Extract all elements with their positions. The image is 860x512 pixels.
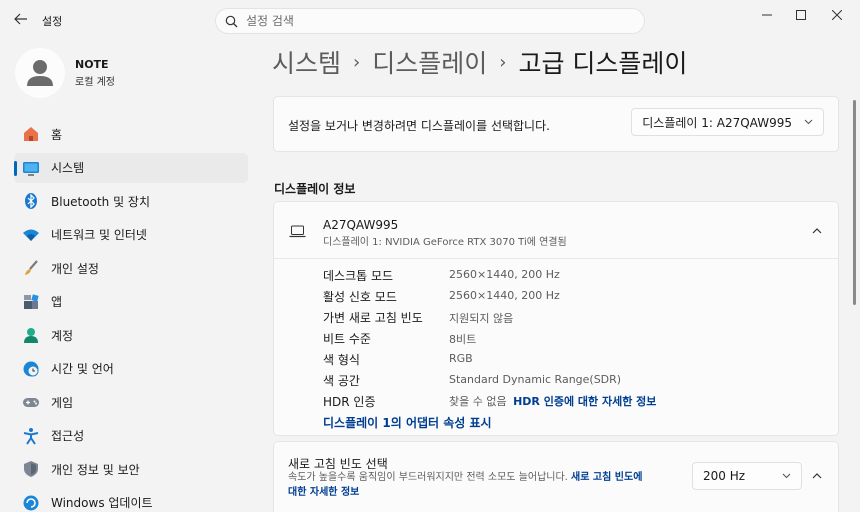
section-title-display-info: 디스플레이 정보 [274,182,356,196]
refresh-rate-description: 속도가 높을수록 움직임이 부드러워지지만 전력 소모도 늘어납니다. 새로 고… [288,470,688,500]
gamepad-icon [22,393,40,411]
avatar [15,48,65,98]
hdr-info-link[interactable]: HDR 인증에 대한 자세한 정보 [513,395,656,408]
refresh-rate-link[interactable]: 대한 자세한 정보 [288,487,359,498]
sidebar-item-gaming[interactable]: 게임 [14,387,248,417]
breadcrumb-item-display[interactable]: 디스플레이 [372,44,487,80]
hdr-cert-row: 찾을 수 없음 HDR 인증에 대한 자세한 정보 [449,393,656,409]
search-icon [225,15,238,27]
sidebar-item-apps[interactable]: 앱 [14,287,248,317]
globe-clock-icon [22,360,40,378]
sidebar-item-label: 접근성 [51,429,85,443]
info-value: 2560×1440, 200 Hz [449,268,560,281]
chevron-down-icon [804,119,813,125]
display-dropdown[interactable]: 디스플레이 1: A27QAW995 [631,108,824,136]
search-box[interactable] [215,8,645,34]
info-value: 2560×1440, 200 Hz [449,289,560,302]
chevron-up-icon[interactable] [812,227,822,234]
refresh-rate-link[interactable]: 새로 고침 빈도에 [571,472,642,483]
sidebar-item-network[interactable]: 네트워크 및 인터넷 [14,220,248,250]
back-arrow-icon [14,13,27,25]
minimize-icon [762,14,772,16]
sidebar-item-windows-update[interactable]: Windows 업데이트 [14,488,248,512]
info-label: 색 공간 [323,374,360,388]
display-select-card: 설정을 보거나 변경하려면 디스플레이를 선택합니다. 디스플레이 1: A27… [273,96,839,152]
sidebar-item-system[interactable]: 시스템 [14,152,248,183]
info-value: RGB [449,352,473,365]
update-icon [22,494,40,512]
title-bar: 설정 [0,0,860,40]
close-button[interactable] [814,0,860,30]
info-label: HDR 인증 [323,395,376,409]
refresh-rate-card: 새로 고침 빈도 선택 속도가 높을수록 움직임이 부드러워지지만 전력 소모도… [273,441,839,512]
apps-icon [22,293,40,311]
user-profile[interactable]: NOTE 로컬 계정 [15,48,115,98]
sidebar-item-label: 시간 및 언어 [51,362,114,376]
shield-icon [22,460,40,478]
sidebar-item-accounts[interactable]: 계정 [14,320,248,350]
account-icon [22,326,40,344]
sidebar-item-accessibility[interactable]: 접근성 [14,421,248,451]
profile-account-type: 로컬 계정 [75,77,115,88]
sidebar-item-label: 개인 설정 [51,261,99,276]
monitor-name: A27QAW995 [323,218,399,232]
wifi-icon [22,226,40,244]
refresh-rate-value: 200 Hz [703,469,746,483]
info-label: 색 형식 [323,353,360,367]
profile-name: NOTE [75,58,109,71]
back-button[interactable] [10,8,32,30]
info-value: 8비트 [449,333,477,346]
sidebar-item-bluetooth[interactable]: Bluetooth 및 장치 [14,186,248,216]
sidebar-item-label: 네트워크 및 인터넷 [51,228,147,242]
display-info-header[interactable]: A27QAW995 디스플레이 1: NVIDIA GeForce RTX 30… [274,202,838,259]
sidebar-item-label: 앱 [51,295,63,309]
page-title: 고급 디스플레이 [518,49,688,78]
laptop-icon [289,225,306,238]
breadcrumb-item-system[interactable]: 시스템 [272,44,341,80]
info-label: 데스크톱 모드 [323,269,394,283]
breadcrumb: 시스템 › 디스플레이 › 고급 디스플레이 [272,44,687,80]
system-icon [22,159,40,177]
sidebar-nav: 홈 시스템 Bluetooth 및 장치 네트워크 및 인터넷 개인 설정 앱 [14,119,248,512]
sidebar-item-label: 게임 [51,395,74,410]
sidebar-item-label: 시스템 [51,161,85,175]
adapter-properties-link[interactable]: 디스플레이 1의 어댑터 속성 표시 [323,414,492,431]
home-icon [22,125,40,143]
info-value: Standard Dynamic Range(SDR) [449,373,622,386]
chevron-down-icon [782,473,791,479]
info-label: 가변 새로 고침 빈도 [323,311,423,325]
sidebar-item-home[interactable]: 홈 [14,119,248,149]
user-silhouette-icon [27,60,53,86]
display-dropdown-value: 디스플레이 1: A27QAW995 [642,115,792,130]
sidebar-item-privacy[interactable]: 개인 정보 및 보안 [14,454,248,484]
chevron-up-icon[interactable] [812,472,822,479]
refresh-rate-dropdown[interactable]: 200 Hz [692,462,802,490]
info-label: 비트 수준 [323,332,371,346]
search-input[interactable] [246,14,606,28]
brush-icon [22,259,40,277]
maximize-icon [796,10,806,20]
sidebar-item-label: 홈 [51,127,63,142]
info-value: 찾을 수 없음 [449,395,507,408]
display-select-prompt: 설정을 보거나 변경하려면 디스플레이를 선택합니다. [288,119,550,133]
info-label: 활성 신호 모드 [323,290,397,304]
sidebar-item-label: 개인 정보 및 보안 [51,462,140,477]
chevron-right-icon: › [353,51,361,73]
monitor-connection: 디스플레이 1: NVIDIA GeForce RTX 3070 Ti에 연결됨 [323,237,567,248]
accessibility-icon [22,427,40,445]
scrollbar[interactable] [853,100,856,305]
sidebar-item-label: Windows 업데이트 [51,496,153,510]
chevron-right-icon: › [499,51,507,73]
sidebar-item-label: 계정 [51,328,74,343]
bluetooth-icon [22,192,40,210]
close-icon [832,10,842,20]
info-value: 지원되지 않음 [449,312,514,325]
refresh-rate-desc-text: 속도가 높을수록 움직임이 부드러워지지만 전력 소모도 늘어납니다. [288,472,568,483]
sidebar-item-label: Bluetooth 및 장치 [51,194,151,209]
sidebar-item-time-language[interactable]: 시간 및 언어 [14,354,248,384]
sidebar-item-personalization[interactable]: 개인 설정 [14,253,248,283]
app-title: 설정 [42,15,63,28]
